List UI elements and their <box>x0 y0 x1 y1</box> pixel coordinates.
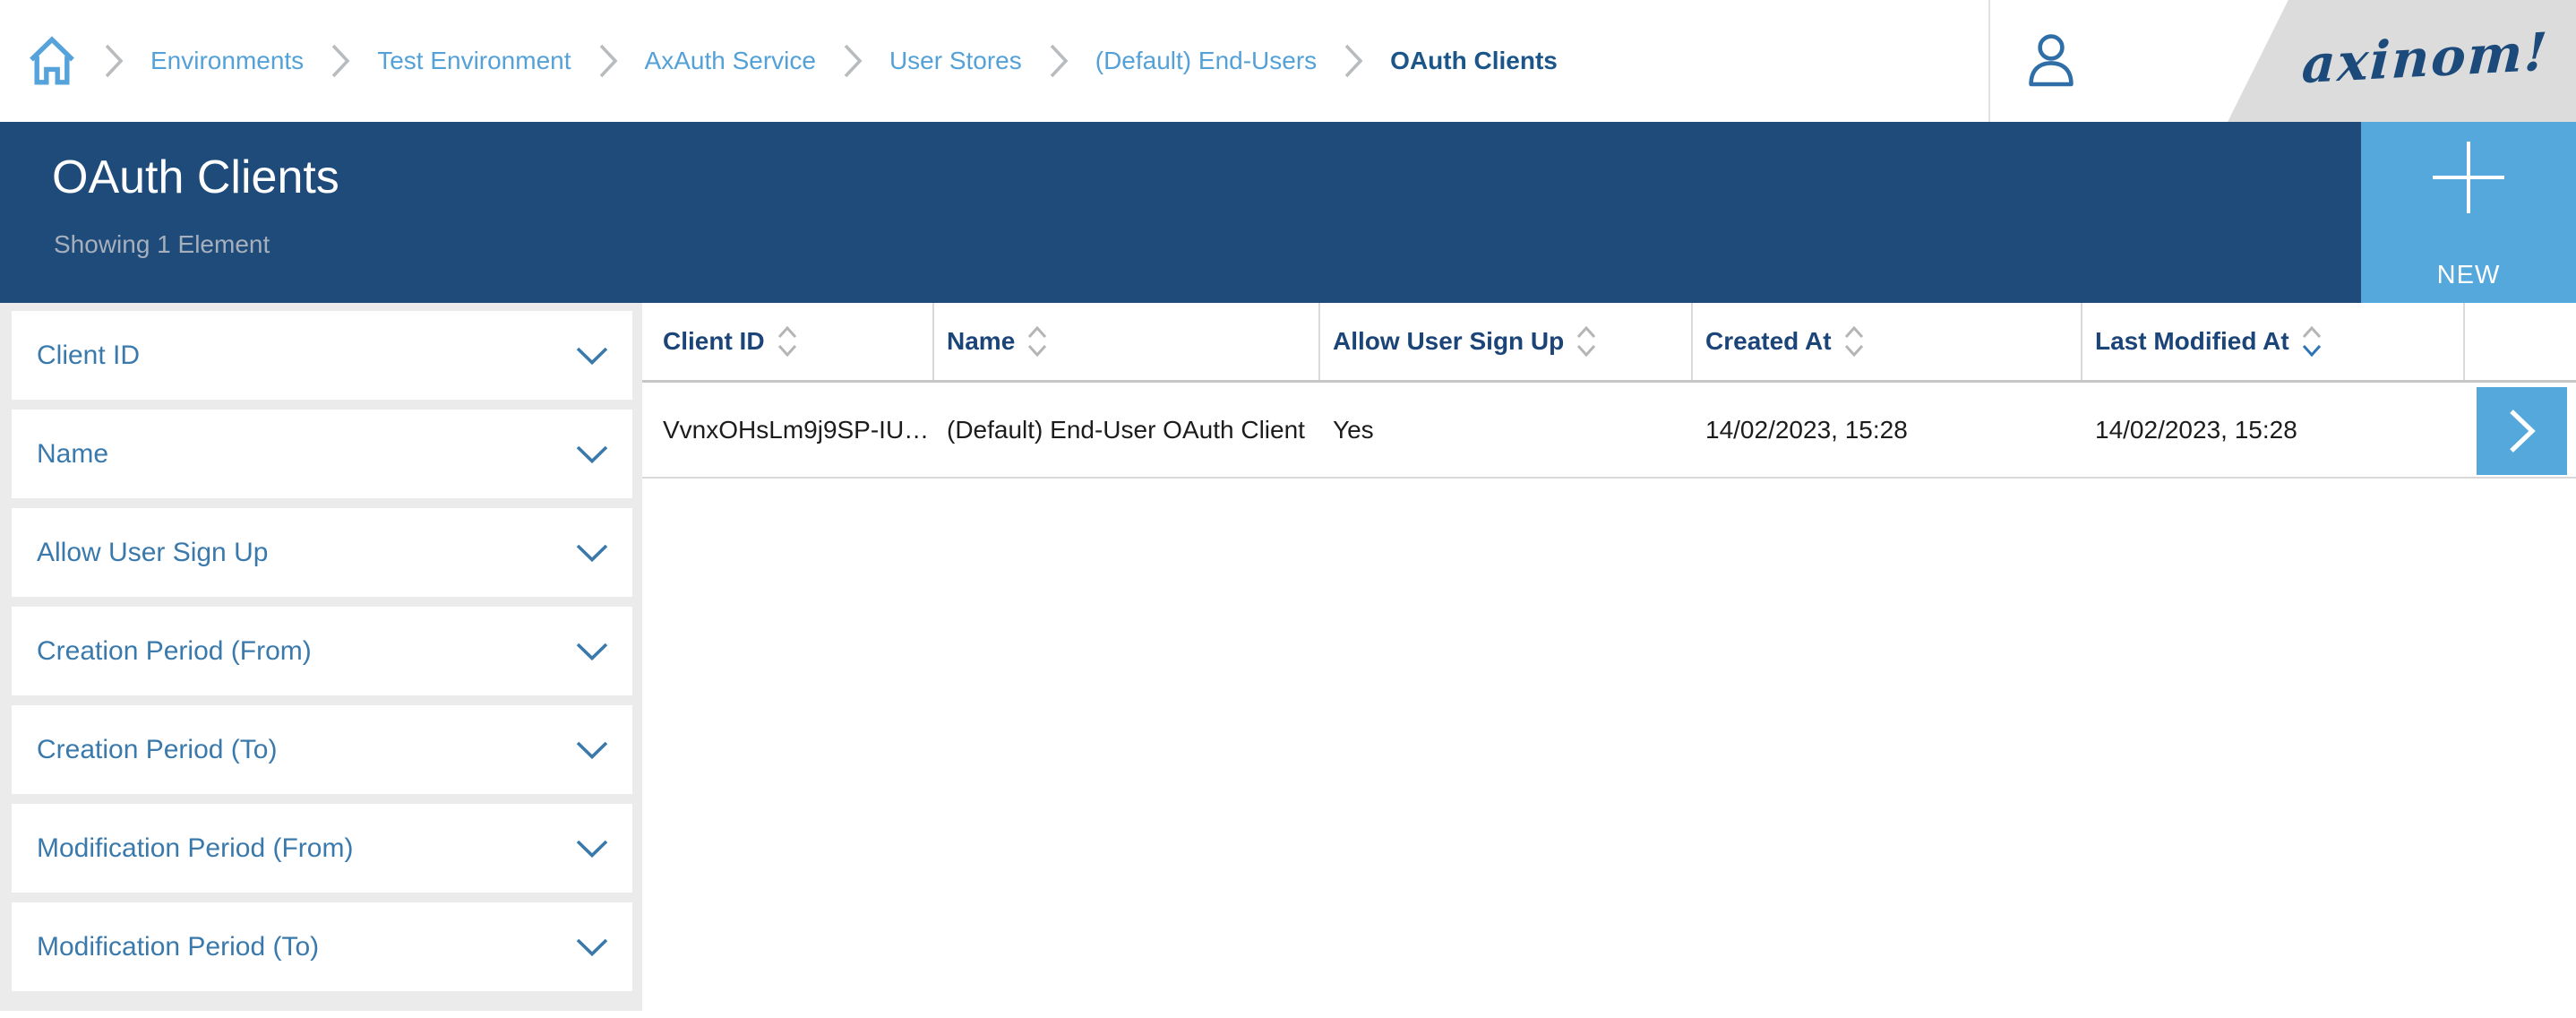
filter-label: Modification Period (To) <box>37 932 319 962</box>
page-title: OAuth Clients <box>52 152 339 203</box>
plus-icon <box>2431 140 2506 218</box>
filter-modification-period-to[interactable]: Modification Period (To) <box>12 902 632 991</box>
cell-name: (Default) End-User OAuth Client <box>934 416 1320 444</box>
breadcrumb-separator-icon <box>1049 43 1069 79</box>
table-header-filler <box>2465 303 2576 380</box>
column-header-allow-user-sign-up[interactable]: Allow User Sign Up <box>1320 303 1693 380</box>
column-header-client-id[interactable]: Client ID <box>642 303 934 380</box>
chevron-right-icon <box>2507 408 2537 454</box>
filter-label: Allow User Sign Up <box>37 538 268 568</box>
filter-label: Creation Period (To) <box>37 735 277 765</box>
breadcrumb-separator-icon <box>331 43 350 79</box>
new-button-label: NEW <box>2361 261 2576 290</box>
sort-icon <box>1027 326 1047 357</box>
column-label: Last Modified At <box>2095 327 2289 356</box>
chevron-down-icon <box>575 346 609 366</box>
table-row-oauth-client[interactable]: VvnxOHsLm9j9SP-IU… (Default) End-User OA… <box>642 383 2576 479</box>
filter-sidebar: Client ID Name Allow User Sign Up Creati… <box>0 303 642 1011</box>
column-header-name[interactable]: Name <box>934 303 1320 380</box>
filter-name[interactable]: Name <box>12 410 632 498</box>
chevron-down-icon <box>575 642 609 661</box>
breadcrumb-separator-icon <box>598 43 618 79</box>
column-header-created-at[interactable]: Created At <box>1693 303 2082 380</box>
oauth-clients-page: Environments Test Environment AxAuth Ser… <box>0 0 2576 1018</box>
user-account-button[interactable] <box>2022 30 2080 91</box>
axinom-logo-wedge: axinom! <box>2194 0 2576 122</box>
filter-allow-user-sign-up[interactable]: Allow User Sign Up <box>12 508 632 597</box>
filter-label: Client ID <box>37 341 140 371</box>
cell-created-at: 14/02/2023, 15:28 <box>1693 416 2082 444</box>
topbar: Environments Test Environment AxAuth Ser… <box>0 0 2576 122</box>
user-icon <box>2022 30 2080 91</box>
sort-icon <box>2302 326 2322 357</box>
filter-creation-period-from[interactable]: Creation Period (From) <box>12 607 632 695</box>
table-header-row: Client ID Name Allow User Sign Up <box>642 303 2576 383</box>
breadcrumb-default-end-users[interactable]: (Default) End-Users <box>1095 47 1317 75</box>
home-icon <box>27 35 77 87</box>
filter-label: Creation Period (From) <box>37 636 312 667</box>
column-label: Allow User Sign Up <box>1333 327 1564 356</box>
breadcrumb-axauth-service[interactable]: AxAuth Service <box>645 47 816 75</box>
breadcrumb-environments[interactable]: Environments <box>150 47 304 75</box>
chevron-down-icon <box>575 937 609 957</box>
breadcrumb-test-environment[interactable]: Test Environment <box>377 47 571 75</box>
sort-icon <box>1576 326 1596 357</box>
sort-icon <box>1844 326 1864 357</box>
column-label: Client ID <box>663 327 765 356</box>
row-open-details-button[interactable] <box>2477 387 2567 475</box>
topbar-divider <box>1988 0 1990 122</box>
breadcrumb-separator-icon <box>843 43 863 79</box>
filter-modification-period-from[interactable]: Modification Period (From) <box>12 804 632 893</box>
filter-client-id[interactable]: Client ID <box>12 311 632 400</box>
breadcrumb: Environments Test Environment AxAuth Ser… <box>27 0 1558 122</box>
filter-label: Name <box>37 439 108 470</box>
breadcrumb-separator-icon <box>1344 43 1363 79</box>
column-label: Name <box>947 327 1015 356</box>
page-subtitle-count: Showing 1 Element <box>54 231 270 259</box>
new-oauth-client-button[interactable]: NEW <box>2361 122 2576 303</box>
filter-creation-period-to[interactable]: Creation Period (To) <box>12 705 632 794</box>
page-header-band: OAuth Clients Showing 1 Element NEW <box>0 122 2576 303</box>
cell-client-id: VvnxOHsLm9j9SP-IU… <box>642 416 934 444</box>
breadcrumb-separator-icon <box>104 43 124 79</box>
chevron-down-icon <box>575 839 609 858</box>
chevron-down-icon <box>575 740 609 760</box>
home-breadcrumb-link[interactable] <box>27 35 77 87</box>
chevron-down-icon <box>575 444 609 464</box>
cell-allow-user-sign-up: Yes <box>1320 416 1693 444</box>
breadcrumb-user-stores[interactable]: User Stores <box>889 47 1022 75</box>
column-header-last-modified-at[interactable]: Last Modified At <box>2082 303 2465 380</box>
column-label: Created At <box>1705 327 1832 356</box>
axinom-logo: axinom! <box>2193 21 2550 100</box>
cell-last-modified-at: 14/02/2023, 15:28 <box>2082 416 2465 444</box>
chevron-down-icon <box>575 543 609 563</box>
filter-label: Modification Period (From) <box>37 833 353 864</box>
sort-icon <box>777 326 797 357</box>
breadcrumb-oauth-clients-current: OAuth Clients <box>1390 47 1558 75</box>
